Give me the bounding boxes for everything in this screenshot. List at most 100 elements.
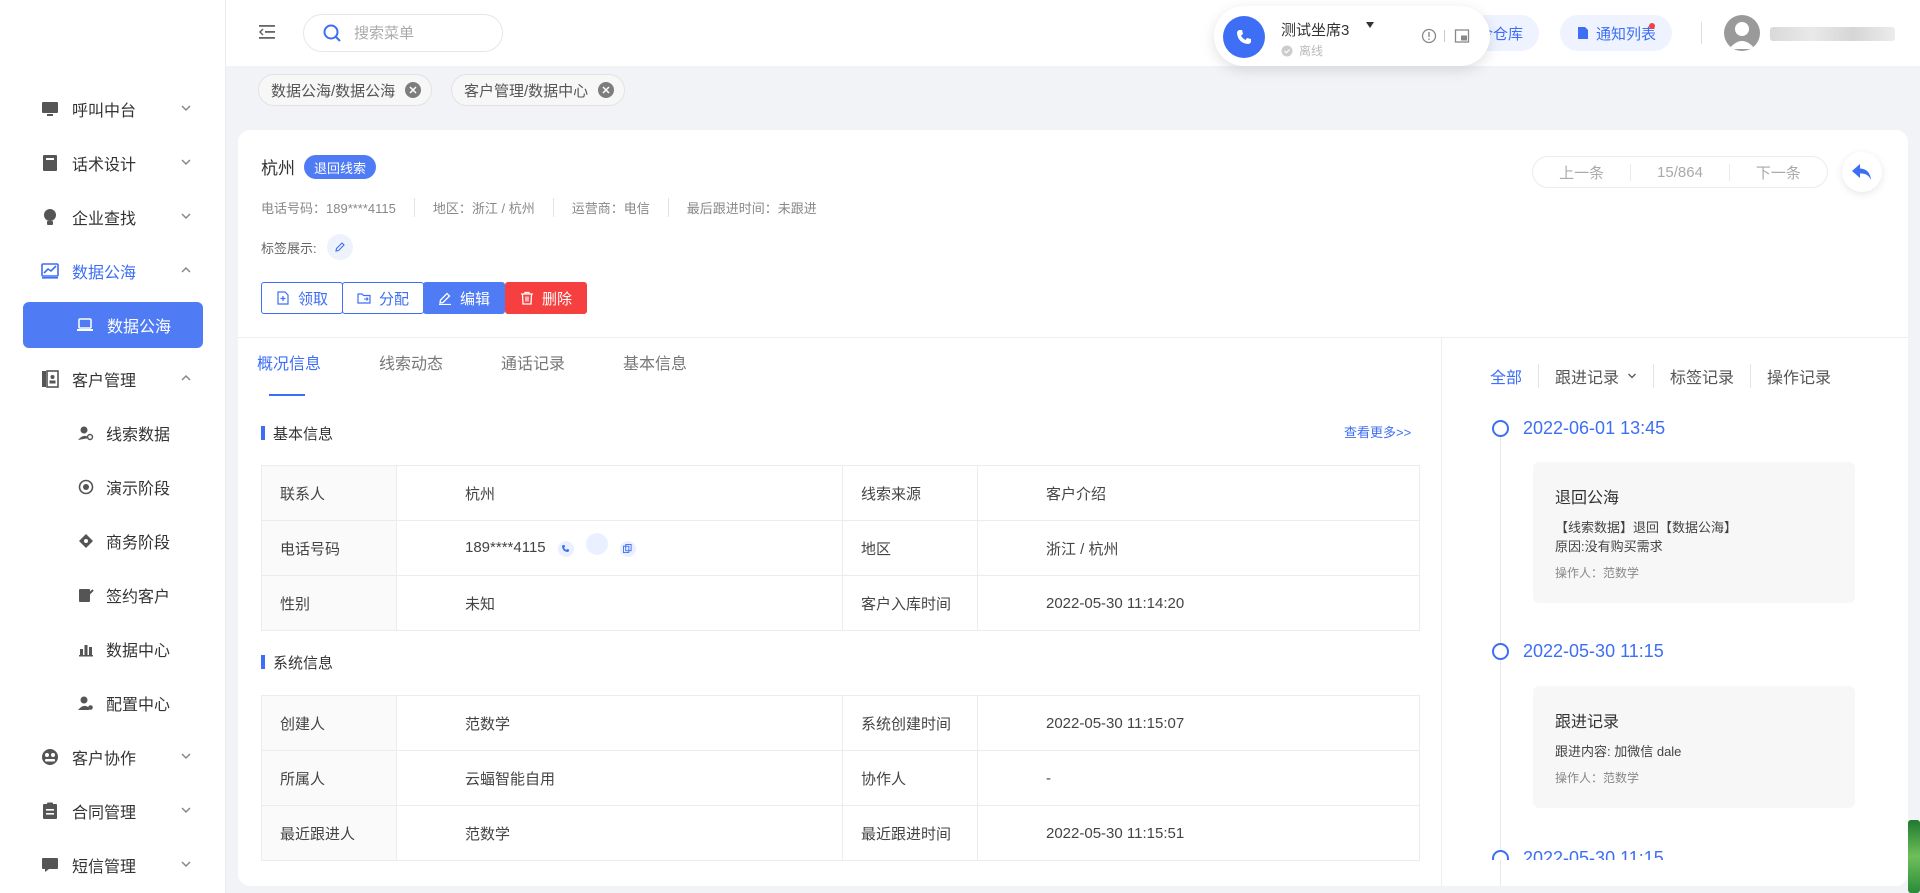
basic-info-table: 联系人 杭州 线索来源 客户介绍 电话号码 189****4115 地区 浙江 … bbox=[261, 465, 1420, 631]
call-button[interactable] bbox=[1223, 16, 1265, 58]
open-tab[interactable]: 数据公海/数据公海 bbox=[258, 74, 433, 106]
folder-share-icon bbox=[357, 293, 371, 304]
search-input[interactable] bbox=[354, 24, 484, 42]
field-value: 2022-05-30 11:14:20 bbox=[977, 575, 1420, 631]
tab-all[interactable]: 全部 bbox=[1490, 364, 1540, 388]
claim-button[interactable]: 领取 bbox=[261, 282, 344, 314]
tab-tag-records[interactable]: 标签记录 bbox=[1654, 364, 1752, 388]
sidebar-item-lead-data[interactable]: 线索数据 bbox=[0, 406, 226, 460]
tab-operation-records[interactable]: 操作记录 bbox=[1751, 364, 1847, 388]
basic-info-title: 基本信息 bbox=[261, 423, 333, 444]
timeline-date: 2022-05-30 11:15 bbox=[1523, 641, 1664, 661]
clipboard-icon bbox=[40, 801, 60, 821]
sidebar-item-business-stage[interactable]: 商务阶段 bbox=[0, 514, 226, 568]
timeline-card-line: 跟进内容: 加微信 dale bbox=[1555, 744, 1682, 759]
sidebar-item-label: 数据中心 bbox=[106, 643, 171, 660]
notice-list-button[interactable]: 通知列表 bbox=[1560, 15, 1673, 51]
sidebar-item-sms-management[interactable]: 短信管理 bbox=[0, 838, 226, 892]
sidebar-item-customer-management[interactable]: 客户管理 bbox=[0, 352, 226, 406]
agent-status: 离线 bbox=[1281, 42, 1323, 59]
edit-label: 编辑 bbox=[460, 290, 491, 308]
expand-icon[interactable] bbox=[1454, 28, 1470, 44]
field-label: 协作人 bbox=[842, 750, 978, 806]
edit-icon bbox=[439, 292, 451, 305]
sidebar-item-label: 演示阶段 bbox=[106, 481, 171, 498]
monitor-icon bbox=[40, 99, 60, 119]
menu-fold-icon[interactable] bbox=[257, 22, 277, 42]
assign-button[interactable]: 分配 bbox=[342, 282, 425, 314]
prev-record-button[interactable]: 上一条 bbox=[1533, 162, 1630, 183]
edit-tags-button[interactable] bbox=[326, 234, 353, 260]
info-icon[interactable] bbox=[1421, 28, 1437, 44]
timeline-card-line: 【线索数据】退回【数据公海】 bbox=[1555, 520, 1738, 535]
close-icon[interactable] bbox=[598, 82, 615, 98]
tab-call-records[interactable]: 通话记录 bbox=[501, 350, 565, 400]
claim-label: 领取 bbox=[298, 290, 329, 308]
next-record-button[interactable]: 下一条 bbox=[1730, 162, 1827, 183]
field-value: 云蝠智能自用 bbox=[396, 750, 843, 806]
tab-lead-activity[interactable]: 线索动态 bbox=[379, 350, 443, 400]
panel-divider bbox=[1441, 337, 1442, 886]
edit-button[interactable]: 编辑 bbox=[423, 282, 506, 314]
sidebar-item-data-sea[interactable]: 数据公海 bbox=[0, 244, 226, 298]
timeline-card-operator: 操作人：范数学 bbox=[1555, 771, 1640, 785]
timeline-dot bbox=[1492, 420, 1509, 437]
dial-phone-icon[interactable] bbox=[557, 540, 574, 557]
user-gear-icon bbox=[78, 695, 94, 711]
sidebar: 呼叫中台 话术设计 企业查找 数据公海 数据公海 客户管理 线索数据 演示阶段 … bbox=[0, 0, 226, 893]
sidebar-item-data-sea-sub[interactable]: 数据公海 bbox=[23, 302, 203, 348]
tag-display: 标签展示: bbox=[261, 234, 353, 260]
field-value: - bbox=[977, 750, 1420, 806]
field-value: 2022-05-30 11:15:51 bbox=[977, 805, 1420, 861]
sidebar-menu: 呼叫中台 话术设计 企业查找 数据公海 数据公海 客户管理 线索数据 演示阶段 … bbox=[0, 82, 226, 892]
tab-follow-records[interactable]: 跟进记录 bbox=[1539, 364, 1655, 388]
table-row: 所属人 云蝠智能自用 协作人 - bbox=[261, 750, 1420, 806]
field-label: 线索来源 bbox=[842, 465, 978, 521]
tag-display-label: 标签展示: bbox=[261, 240, 317, 256]
sidebar-item-label: 企业查找 bbox=[72, 211, 137, 228]
avatar[interactable] bbox=[1724, 15, 1760, 51]
sidebar-item-contract-management[interactable]: 合同管理 bbox=[0, 784, 226, 838]
sidebar-item-signed-customers[interactable]: 签约客户 bbox=[0, 568, 226, 622]
field-label: 系统创建时间 bbox=[842, 695, 978, 751]
agent-name[interactable]: 测试坐席3 bbox=[1281, 19, 1349, 40]
chevron-up-icon bbox=[181, 266, 191, 273]
phone-cell: 189****4115 bbox=[396, 520, 843, 576]
sidebar-item-call-center[interactable]: 呼叫中台 bbox=[0, 82, 226, 136]
sidebar-item-config-center[interactable]: 配置中心 bbox=[0, 676, 226, 730]
sidebar-item-demo-stage[interactable]: 演示阶段 bbox=[0, 460, 226, 514]
file-notice-icon bbox=[1578, 27, 1588, 39]
sms-icon[interactable] bbox=[585, 532, 608, 555]
chevron-down-icon bbox=[181, 213, 191, 220]
close-icon[interactable] bbox=[405, 82, 422, 98]
sidebar-item-label: 线索数据 bbox=[106, 427, 171, 444]
bulb-icon bbox=[40, 207, 60, 227]
open-tab[interactable]: 客户管理/数据中心 bbox=[451, 74, 626, 106]
field-label: 电话号码 bbox=[261, 520, 397, 576]
caret-down-icon[interactable] bbox=[1366, 22, 1374, 28]
tab-overview[interactable]: 概况信息 bbox=[257, 350, 321, 400]
sidebar-item-script-design[interactable]: 话术设计 bbox=[0, 136, 226, 190]
timeline-dot bbox=[1492, 850, 1509, 860]
file-add-icon bbox=[277, 291, 289, 305]
tab-basic-info[interactable]: 基本信息 bbox=[623, 350, 687, 400]
field-label: 最近跟进人 bbox=[261, 805, 397, 861]
copy-icon[interactable] bbox=[619, 540, 636, 557]
delete-label: 删除 bbox=[542, 290, 573, 308]
back-button[interactable] bbox=[1842, 152, 1882, 192]
sidebar-item-data-center[interactable]: 数据中心 bbox=[0, 622, 226, 676]
username-blurred[interactable] bbox=[1770, 27, 1895, 41]
tab-operation-label: 操作记录 bbox=[1767, 370, 1832, 387]
sidebar-item-label: 商务阶段 bbox=[106, 535, 171, 552]
delete-button[interactable]: 删除 bbox=[505, 282, 588, 314]
sidebar-item-label: 短信管理 bbox=[72, 859, 137, 876]
view-more-link[interactable]: 查看更多>> bbox=[1344, 422, 1411, 441]
table-row: 最近跟进人 范数学 最近跟进时间 2022-05-30 11:15:51 bbox=[261, 805, 1420, 861]
table-row: 性别 未知 客户入库时间 2022-05-30 11:14:20 bbox=[261, 575, 1420, 631]
sidebar-item-label: 合同管理 bbox=[72, 805, 137, 822]
scrollbar-indicator[interactable] bbox=[1908, 820, 1920, 893]
sidebar-item-company-search[interactable]: 企业查找 bbox=[0, 190, 226, 244]
table-row: 电话号码 189****4115 地区 浙江 / 杭州 bbox=[261, 520, 1420, 576]
sidebar-item-customer-collab[interactable]: 客户协作 bbox=[0, 730, 226, 784]
field-value: 浙江 / 杭州 bbox=[977, 520, 1420, 576]
